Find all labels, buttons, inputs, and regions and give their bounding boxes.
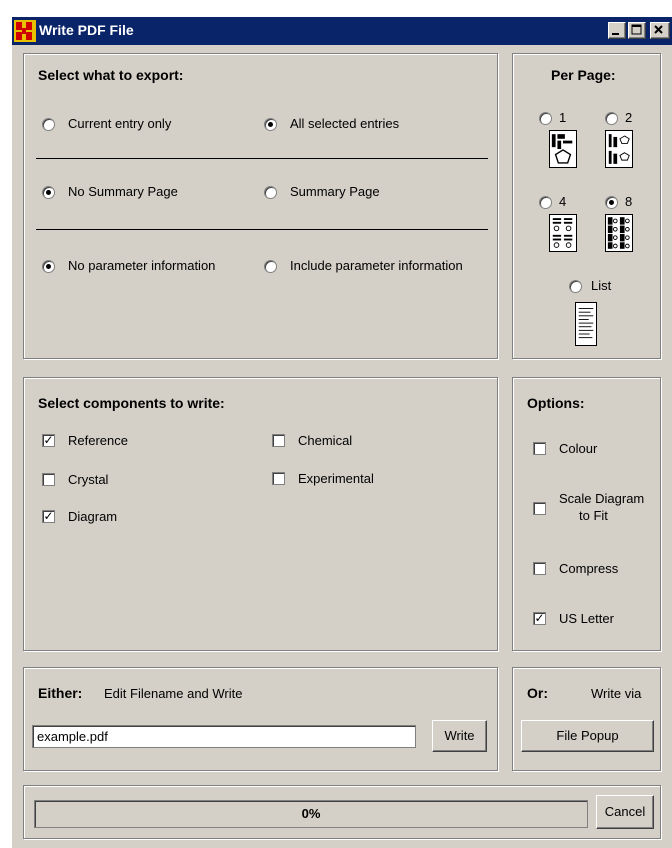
no-summary-label[interactable]: No Summary Page xyxy=(68,184,178,199)
per-page-list-label[interactable]: List xyxy=(591,278,611,293)
write-button[interactable]: Write xyxy=(432,720,487,752)
export-heading: Select what to export: xyxy=(38,67,184,83)
reference-checkbox[interactable]: ✓ xyxy=(42,434,55,447)
progress-panel: 0% Cancel xyxy=(23,785,661,839)
us-letter-checkbox[interactable]: ✓ xyxy=(533,612,546,625)
or-subtitle: Write via xyxy=(591,686,642,701)
minimize-icon xyxy=(612,33,619,35)
scale-diagram-label[interactable]: Scale Diagram xyxy=(559,491,644,506)
diagram-checkbox[interactable]: ✓ xyxy=(42,510,55,523)
current-entry-radio[interactable] xyxy=(42,118,55,131)
reference-label[interactable]: Reference xyxy=(68,433,128,448)
include-param-radio[interactable] xyxy=(264,260,277,273)
list-thumbnail xyxy=(575,302,597,346)
app-icon xyxy=(14,20,36,42)
four-per-page-thumbnail xyxy=(549,214,577,252)
all-selected-radio[interactable] xyxy=(264,118,277,131)
crystal-checkbox[interactable] xyxy=(42,473,55,486)
per-page-panel: Per Page: 1 2 4 8 List xyxy=(512,53,661,359)
separator xyxy=(36,229,488,230)
per-page-heading: Per Page: xyxy=(551,67,616,83)
either-heading: Either: xyxy=(38,685,83,701)
per-page-8-radio[interactable] xyxy=(605,196,618,209)
two-per-page-thumbnail xyxy=(605,130,633,168)
either-subtitle: Edit Filename and Write xyxy=(104,686,243,701)
scale-diagram-checkbox[interactable] xyxy=(533,502,546,515)
summary-radio[interactable] xyxy=(264,186,277,199)
export-panel: Select what to export: Current entry onl… xyxy=(23,53,498,359)
progress-text: 0% xyxy=(301,806,321,821)
compress-label[interactable]: Compress xyxy=(559,561,618,576)
per-page-4-radio[interactable] xyxy=(539,196,552,209)
current-entry-label[interactable]: Current entry only xyxy=(68,116,171,131)
filename-panel: Either: Edit Filename and Write example.… xyxy=(23,667,498,771)
write-pdf-dialog: Write PDF File Select what to export: Cu… xyxy=(11,16,672,848)
components-panel: Select components to write: ✓ Reference … xyxy=(23,377,498,651)
experimental-checkbox[interactable] xyxy=(272,472,285,485)
separator xyxy=(36,158,488,159)
components-heading: Select components to write: xyxy=(38,395,225,411)
colour-checkbox[interactable] xyxy=(533,442,546,455)
file-popup-button[interactable]: File Popup xyxy=(521,720,654,752)
experimental-label[interactable]: Experimental xyxy=(298,471,374,486)
no-summary-radio[interactable] xyxy=(42,186,55,199)
close-button[interactable] xyxy=(650,22,670,39)
maximize-icon xyxy=(631,24,642,35)
diagram-label[interactable]: Diagram xyxy=(68,509,117,524)
per-page-1-radio[interactable] xyxy=(539,112,552,125)
colour-label[interactable]: Colour xyxy=(559,441,597,456)
per-page-4-label[interactable]: 4 xyxy=(559,194,566,209)
chemical-label[interactable]: Chemical xyxy=(298,433,352,448)
maximize-button[interactable] xyxy=(628,22,646,39)
no-param-radio[interactable] xyxy=(42,260,55,273)
chemical-checkbox[interactable] xyxy=(272,434,285,447)
summary-label[interactable]: Summary Page xyxy=(290,184,380,199)
include-param-label[interactable]: Include parameter information xyxy=(290,258,463,273)
no-param-label[interactable]: No parameter information xyxy=(68,258,215,273)
per-page-2-radio[interactable] xyxy=(605,112,618,125)
us-letter-label[interactable]: US Letter xyxy=(559,611,614,626)
close-icon xyxy=(654,25,663,34)
scale-diagram-label-line2[interactable]: to Fit xyxy=(579,508,608,523)
file-popup-panel: Or: Write via File Popup xyxy=(512,667,661,771)
window-title: Write PDF File xyxy=(39,22,134,38)
options-panel: Options: Colour Scale Diagram to Fit Com… xyxy=(512,377,661,651)
options-heading: Options: xyxy=(527,395,585,411)
cancel-button[interactable]: Cancel xyxy=(596,795,654,829)
per-page-8-label[interactable]: 8 xyxy=(625,194,632,209)
per-page-1-label[interactable]: 1 xyxy=(559,110,566,125)
title-bar[interactable]: Write PDF File xyxy=(12,17,672,45)
all-selected-label[interactable]: All selected entries xyxy=(290,116,399,131)
per-page-list-radio[interactable] xyxy=(569,280,582,293)
one-per-page-thumbnail xyxy=(549,130,577,168)
or-heading: Or: xyxy=(527,685,548,701)
compress-checkbox[interactable] xyxy=(533,562,546,575)
minimize-button[interactable] xyxy=(608,22,626,39)
per-page-2-label[interactable]: 2 xyxy=(625,110,632,125)
progress-bar: 0% xyxy=(34,800,588,828)
filename-input[interactable]: example.pdf xyxy=(32,725,416,748)
crystal-label[interactable]: Crystal xyxy=(68,472,108,487)
eight-per-page-thumbnail xyxy=(605,214,633,252)
